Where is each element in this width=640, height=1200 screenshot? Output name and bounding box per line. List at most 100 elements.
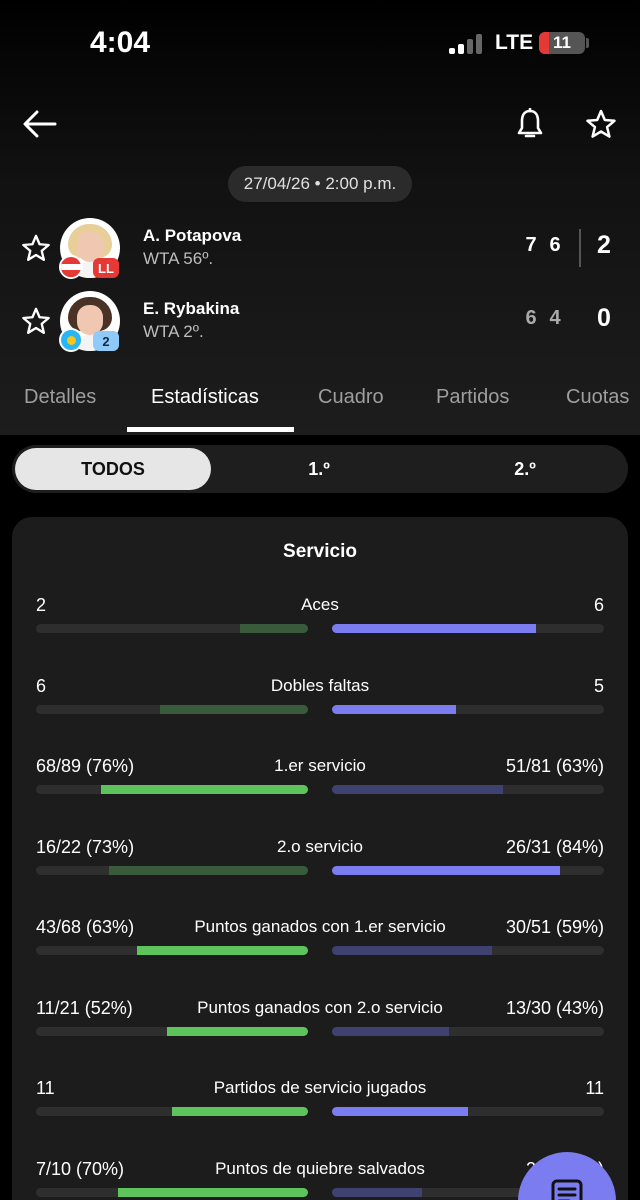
stat-right-bar	[332, 624, 536, 633]
set-score: 7	[525, 234, 537, 256]
document-lines-icon	[551, 1179, 583, 1200]
player-rank: WTA 56º.	[143, 249, 214, 268]
tab-cuotas[interactable]: Cuotas	[566, 386, 629, 409]
tab-partidos[interactable]: Partidos	[436, 386, 509, 409]
stat-left-track	[36, 624, 308, 633]
stat-left-value: 11	[36, 1078, 55, 1098]
stat-right-track	[332, 1026, 604, 1036]
star-outline-icon	[22, 307, 50, 334]
player-row[interactable]: LL A. Potapova WTA 56º. 7 6 2	[0, 216, 640, 280]
stat-left-value: 11/21 (52%)	[36, 997, 133, 1018]
tab-detalles[interactable]: Detalles	[24, 386, 96, 409]
segment-set-2[interactable]: 2.º	[427, 448, 623, 490]
notification-button[interactable]	[508, 102, 552, 146]
stat-right-value: 30/51 (59%)	[505, 917, 604, 937]
tab-bar: Detalles Estadísticas Cuadro Partidos Cu…	[0, 380, 640, 436]
segment-set-1[interactable]: 1.º	[221, 448, 417, 490]
stat-left-bar	[101, 785, 308, 794]
stat-right-value: 6	[593, 595, 604, 615]
stat-left-bar	[166, 1026, 308, 1036]
active-tab-indicator	[127, 427, 294, 432]
stat-right-bar	[332, 1107, 468, 1116]
stat-left-bar	[159, 704, 308, 714]
stat-left-track	[36, 946, 308, 955]
set-score: 6	[549, 234, 561, 256]
stat-right-value: 5	[593, 675, 604, 696]
stat-right-value: 11	[585, 1078, 604, 1098]
stat-left-track	[36, 1187, 308, 1197]
player-name: A. Potapova	[143, 226, 242, 245]
stat-right-value: 26/31 (84%)	[505, 836, 604, 857]
stat-left-bar	[109, 865, 308, 875]
stat-right-bar	[332, 946, 493, 955]
stat-left-track	[36, 1026, 308, 1036]
austria-flag-icon	[59, 255, 83, 279]
section-title: Servicio	[283, 541, 357, 562]
stat-right-bar	[332, 704, 456, 714]
stat-right-bar	[332, 785, 504, 794]
status-time: 4:04	[90, 26, 151, 59]
stat-left-value: 2	[36, 595, 47, 615]
stat-left-track	[36, 704, 308, 714]
stat-left-track	[36, 1107, 308, 1116]
player-row[interactable]: 2 E. Rybakina WTA 2º. 6 4 0	[0, 289, 640, 353]
signal-icon	[449, 34, 485, 54]
stat-right-bar	[332, 1026, 449, 1036]
set-score: 6	[525, 307, 537, 329]
stat-row: Aces 2 6	[0, 595, 640, 655]
stat-row: Dobles faltas 6 5	[0, 676, 640, 736]
battery-cap	[586, 38, 589, 48]
stat-left-bar	[240, 624, 308, 633]
stat-left-value: 6	[36, 675, 47, 696]
stat-right-track	[332, 704, 604, 714]
star-outline-icon	[586, 109, 616, 138]
stat-left-bar	[117, 1187, 308, 1197]
back-button[interactable]	[18, 102, 62, 146]
stat-right-bar	[332, 1187, 422, 1197]
stat-left-value: 7/10 (70%)	[36, 1158, 125, 1179]
network-type: LTE	[495, 31, 534, 54]
stat-label: Dobles faltas	[270, 675, 370, 695]
stat-right-value: 13/30 (43%)	[505, 997, 604, 1018]
stat-row: 1.er servicio 68/89 (76%) 51/81 (63%)	[0, 756, 640, 816]
stat-right-track	[332, 624, 604, 633]
star-outline-icon	[22, 234, 50, 261]
stat-left-value: 43/68 (63%)	[36, 917, 135, 937]
stat-row: Puntos ganados con 1.er servicio 43/68 (6…	[0, 917, 640, 977]
favorite-player-button[interactable]	[16, 228, 56, 268]
tab-cuadro[interactable]: Cuadro	[318, 386, 384, 409]
stat-right-bar	[332, 865, 561, 875]
bell-icon	[517, 108, 543, 138]
stat-label: Partidos de servicio jugados	[213, 1078, 427, 1097]
sets-won: 0	[597, 304, 611, 332]
stat-right-track	[332, 865, 604, 875]
favorite-match-button[interactable]	[579, 102, 623, 146]
stat-row: 2.o servicio 16/22 (73%) 26/31 (84%)	[0, 837, 640, 897]
stat-right-track	[332, 785, 604, 794]
score-divider	[579, 229, 581, 267]
stat-right-value: 51/81 (63%)	[505, 756, 604, 776]
stat-left-bar	[172, 1107, 308, 1116]
tab-estadisticas[interactable]: Estadísticas	[151, 386, 259, 409]
set-filter: TODOS 1.º 2.º	[12, 445, 628, 493]
segment-todos[interactable]: TODOS	[15, 448, 211, 490]
stat-left-value: 16/22 (73%)	[36, 836, 135, 857]
set-score: 4	[549, 307, 561, 329]
stat-left-track	[36, 785, 308, 794]
battery-level: 11	[553, 33, 571, 52]
arrow-left-icon	[23, 110, 57, 138]
battery-icon: 11	[539, 32, 585, 54]
stat-row: Partidos de servicio jugados 11 11	[0, 1078, 640, 1138]
kazakhstan-flag-icon	[59, 328, 83, 352]
stat-left-bar	[136, 946, 308, 955]
match-datetime: 27/04/26 • 2:00 p.m.	[228, 166, 412, 202]
stat-left-track	[36, 865, 308, 875]
stat-left-value: 68/89 (76%)	[36, 756, 135, 776]
favorite-player-button[interactable]	[16, 301, 56, 341]
player-rank: WTA 2º.	[143, 322, 204, 341]
stat-label: Aces	[301, 595, 339, 614]
seed-badge: 2	[93, 331, 119, 351]
seed-badge: LL	[93, 258, 119, 278]
stat-row: Puntos ganados con 2.o servicio 11/21 (52…	[0, 998, 640, 1058]
stat-right-track	[332, 1107, 604, 1116]
